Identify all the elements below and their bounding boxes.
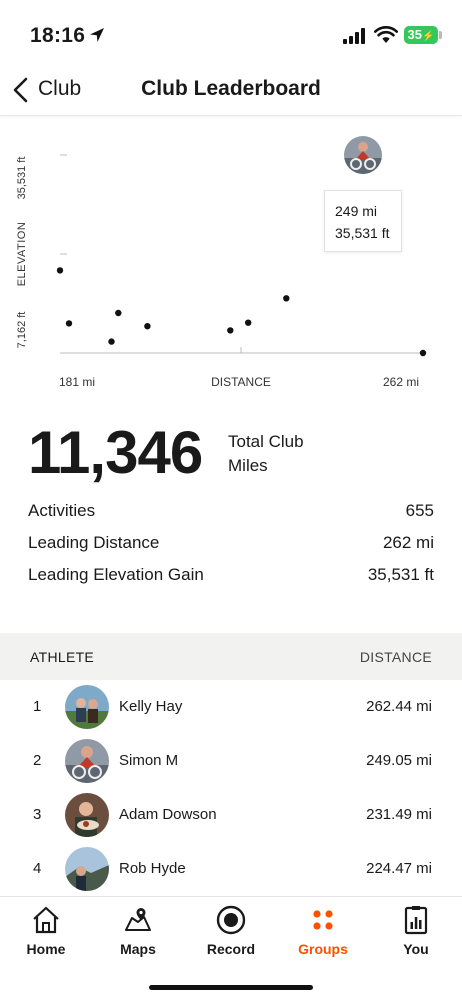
- rank: 1: [33, 698, 42, 715]
- athlete-distance: 231.49 mi: [366, 806, 432, 823]
- highlighted-athlete-avatar[interactable]: [344, 136, 382, 174]
- home-icon: [33, 906, 59, 934]
- data-point-5[interactable]: [144, 323, 151, 330]
- stat-label: Leading Elevation Gain: [28, 565, 204, 584]
- y-tick-label-bottom: 7,162 ft: [16, 312, 28, 349]
- back-button[interactable]: Club: [38, 77, 81, 101]
- tab-groups[interactable]: Groups: [277, 897, 369, 967]
- stat-label: Leading Distance: [28, 533, 160, 552]
- location-arrow-icon: [90, 28, 104, 42]
- total-club-miles-label: Total Club Miles: [228, 432, 304, 475]
- chart-svg: 35,531 ft ELEVATION 7,162 ft 181 mi DIST…: [16, 154, 427, 389]
- total-club-miles-value: 11,346: [28, 419, 203, 486]
- elevation-distance-chart: 35,531 ft ELEVATION 7,162 ft 181 mi DIST…: [0, 118, 462, 408]
- battery-indicator: 35⚡: [404, 26, 438, 44]
- data-point-3[interactable]: [108, 338, 115, 345]
- athlete-name[interactable]: Adam Dowson: [119, 806, 217, 823]
- data-point-6[interactable]: [227, 327, 234, 334]
- stat-row-activities: Activities 655: [28, 498, 434, 530]
- status-time: 18:16: [30, 24, 86, 47]
- x-tick-label-right: 262 mi: [383, 375, 419, 389]
- you-icon: [404, 906, 428, 935]
- charging-bolt-icon: ⚡: [422, 31, 435, 42]
- rank: 4: [33, 860, 42, 877]
- record-icon: [216, 905, 246, 935]
- home-indicator: [149, 985, 313, 990]
- avatar[interactable]: [65, 847, 109, 891]
- rank: 2: [33, 752, 42, 769]
- maps-icon: [125, 908, 151, 931]
- stat-value: 262 mi: [382, 533, 434, 552]
- stat-row-leading-distance: Leading Distance 262 mi: [28, 530, 434, 562]
- tab-you[interactable]: You: [370, 897, 462, 967]
- avatar[interactable]: [65, 685, 109, 729]
- tab-record[interactable]: Record: [185, 897, 277, 967]
- cellular-signal-icon: [343, 28, 365, 44]
- data-point-7[interactable]: [245, 319, 252, 326]
- athlete-distance: 262.44 mi: [366, 698, 432, 715]
- nav-header: Club Leaderboard Club: [0, 66, 462, 116]
- tab-label: You: [403, 941, 429, 957]
- groups-icon: [313, 910, 333, 930]
- athlete-name[interactable]: Rob Hyde: [119, 860, 186, 877]
- x-tick-label-left: 181 mi: [59, 375, 95, 389]
- battery-nub: [439, 31, 442, 39]
- avatar[interactable]: [65, 793, 109, 837]
- data-point-1[interactable]: [56, 267, 64, 274]
- chart-tooltip: 249 mi 35,531 ft: [324, 190, 402, 252]
- stat-row-leading-elevation: Leading Elevation Gain 35,531 ft: [28, 562, 434, 594]
- athlete-column-header: ATHLETE: [30, 649, 95, 665]
- data-point-8[interactable]: [283, 295, 290, 302]
- tab-maps[interactable]: Maps: [92, 897, 184, 967]
- tab-label: Home: [26, 941, 66, 957]
- table-row[interactable]: 2 Simon M 249.05 mi: [0, 734, 462, 788]
- battery-level: 35: [407, 27, 422, 42]
- data-point-10[interactable]: [419, 349, 427, 357]
- stat-value: 655: [405, 501, 434, 520]
- athlete-name[interactable]: Simon M: [119, 752, 178, 769]
- data-point-4[interactable]: [115, 309, 122, 317]
- status-bar: 18:16 35⚡: [0, 0, 462, 70]
- wifi-icon: [374, 26, 398, 43]
- tooltip-distance: 249 mi: [335, 203, 378, 219]
- data-point-2[interactable]: [65, 320, 73, 327]
- athlete-name[interactable]: Kelly Hay: [119, 698, 182, 715]
- avatar[interactable]: [65, 739, 109, 783]
- table-row[interactable]: 3 Adam Dowson 231.49 mi: [0, 788, 462, 842]
- tab-label: Groups: [298, 941, 348, 957]
- athlete-distance: 249.05 mi: [366, 752, 432, 769]
- y-axis-label: ELEVATION: [16, 222, 28, 287]
- back-chevron-icon[interactable]: [10, 76, 32, 104]
- leaderboard-table-header: ATHLETE DISTANCE: [0, 633, 462, 680]
- stats-list: Activities 655 Leading Distance 262 mi L…: [28, 498, 434, 594]
- athlete-distance: 224.47 mi: [366, 860, 432, 877]
- y-tick-label-top: 35,531 ft: [16, 157, 28, 200]
- x-axis-label: DISTANCE: [211, 375, 271, 389]
- leaderboard-rows: 1 Kelly Hay 262.44 mi 2 Simon M 249.05 m…: [0, 680, 462, 896]
- stat-label: Activities: [28, 501, 96, 520]
- tab-label: Record: [206, 941, 256, 957]
- distance-column-header: DISTANCE: [359, 649, 432, 665]
- tooltip-elevation: 35,531 ft: [335, 225, 390, 241]
- table-row[interactable]: 1 Kelly Hay 262.44 mi: [0, 680, 462, 734]
- stat-value: 35,531 ft: [367, 565, 434, 584]
- rank: 3: [33, 806, 42, 823]
- data-points: [56, 267, 427, 357]
- tab-home[interactable]: Home: [0, 897, 92, 967]
- table-row[interactable]: 4 Rob Hyde 224.47 mi: [0, 842, 462, 896]
- tab-label: Maps: [120, 941, 156, 957]
